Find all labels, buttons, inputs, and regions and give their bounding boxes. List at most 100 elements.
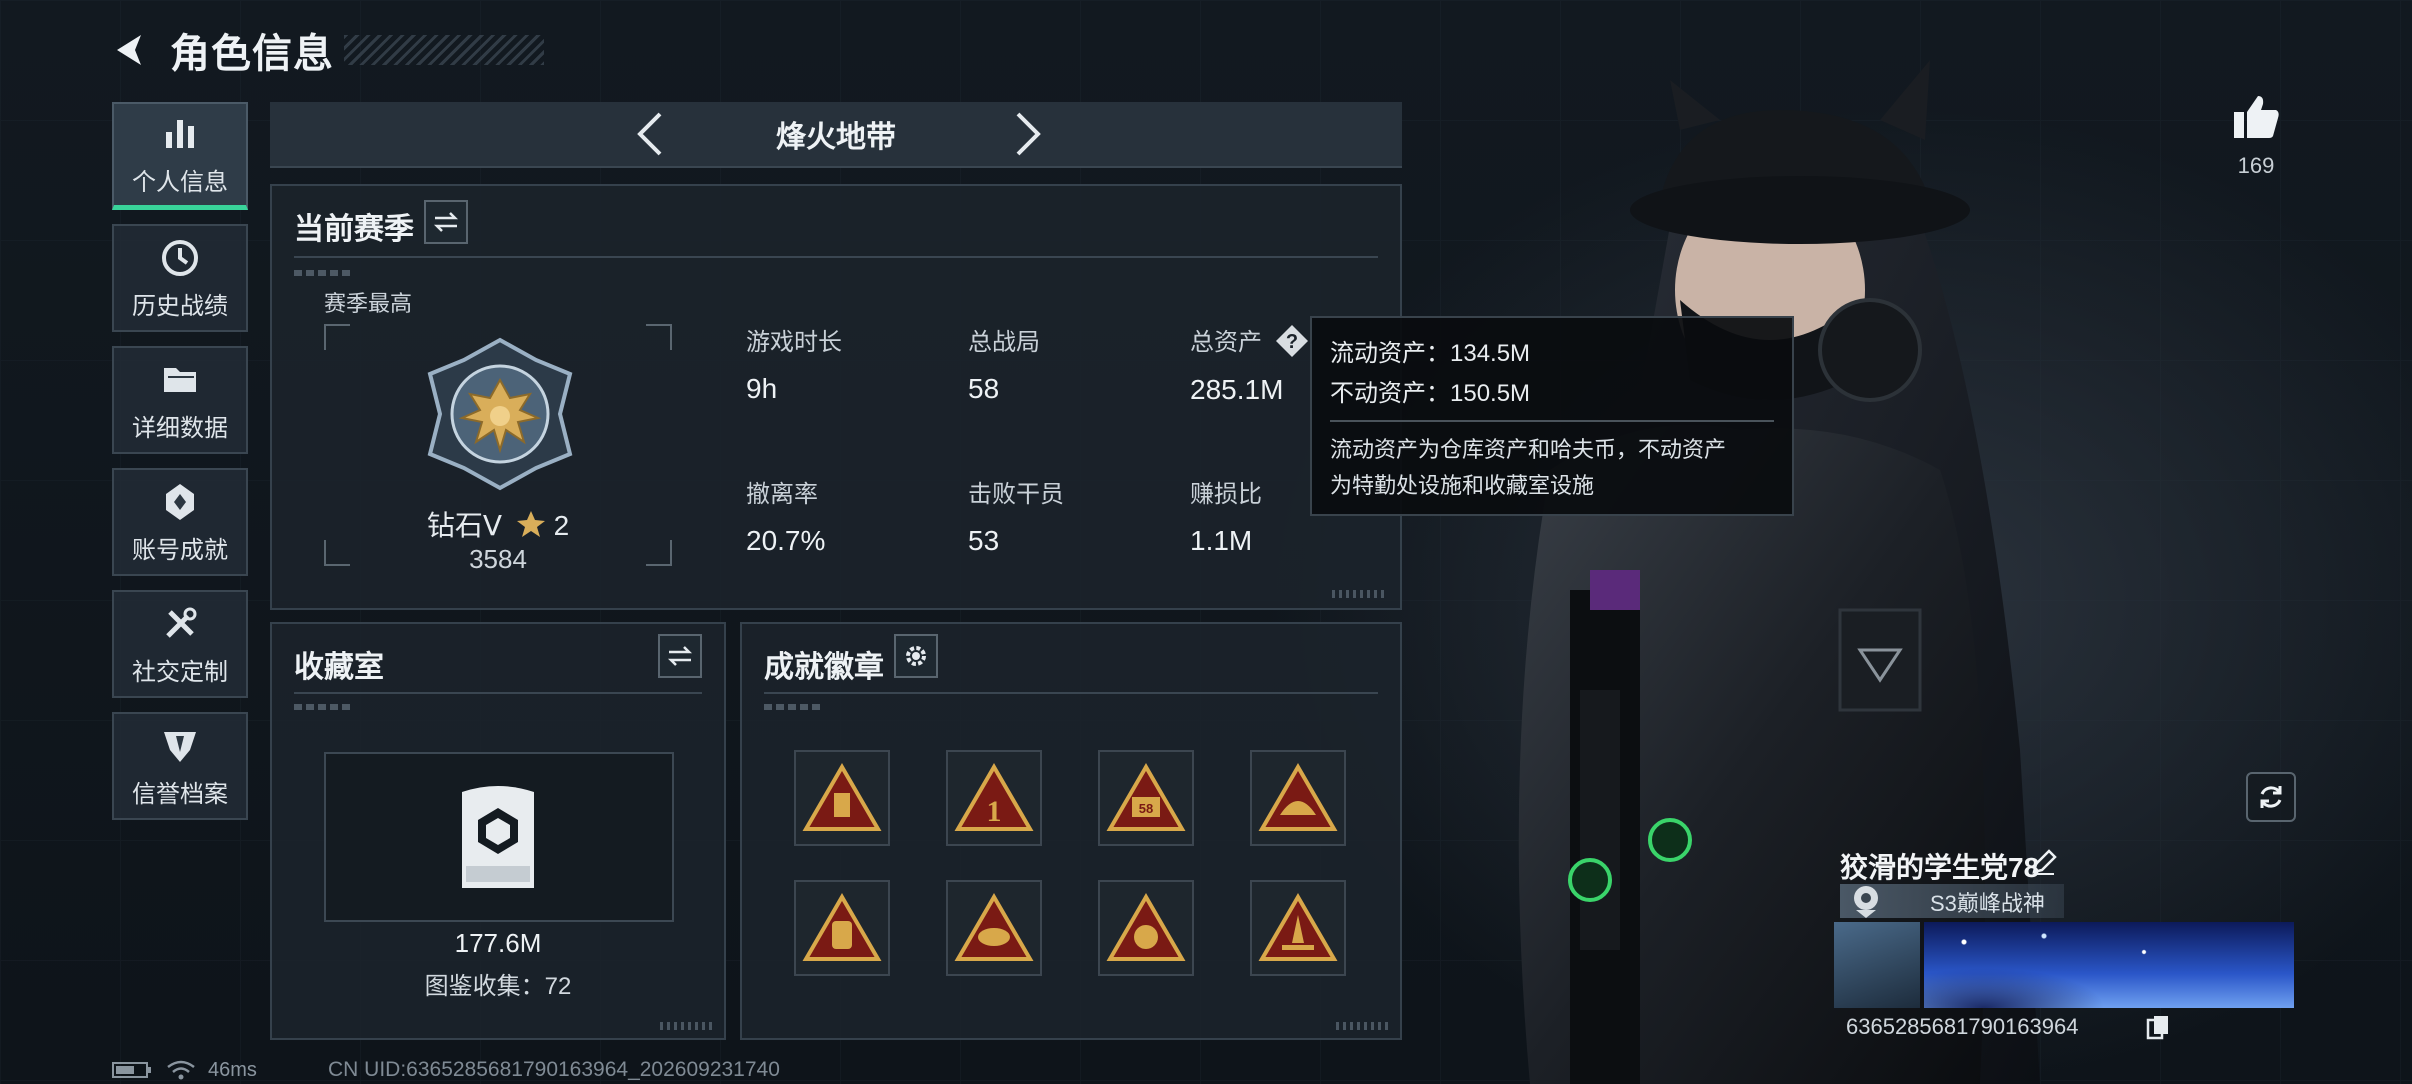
stat-value: 1.1M — [1190, 525, 1253, 556]
page-title: 角色信息 — [170, 32, 334, 76]
next-map-arrow-icon[interactable] — [1002, 110, 1050, 158]
gear-icon — [906, 646, 926, 666]
map-selector: 烽火地带 — [270, 102, 1402, 168]
bar-chart-icon — [166, 120, 194, 148]
ping-value: 46ms — [208, 1058, 257, 1081]
fixed-assets: 不动资产：150.5M — [1330, 380, 1531, 407]
wifi-icon — [167, 1060, 195, 1080]
sidebar-item-label: 信誉档案 — [132, 780, 228, 808]
rank-one-badge-icon[interactable]: 1 — [946, 750, 1042, 846]
like-count: 169 — [2237, 153, 2275, 178]
rank-name: 钻石Ⅴ — [426, 510, 502, 541]
player-uid: 6365285681790163964 — [1846, 1014, 2079, 1039]
stat-label: 击败干员 — [968, 481, 1064, 508]
collection-panel: 收藏室 177.6M 图鉴收集：72 — [270, 622, 726, 1040]
season-best-label: 赛季最高 — [324, 291, 413, 316]
achievements-title: 成就徽章 — [764, 651, 884, 684]
crest-badge-icon[interactable] — [1098, 880, 1194, 976]
swap-icon — [667, 646, 693, 666]
rank-stars: 2 — [553, 510, 570, 541]
stat-value: 20.7% — [746, 525, 826, 556]
backpack-badge-icon[interactable] — [794, 750, 890, 846]
fish-badge-icon[interactable] — [946, 880, 1042, 976]
swap-icon — [433, 212, 459, 232]
header: 角色信息 — [110, 22, 544, 78]
bag-badge-icon[interactable] — [794, 880, 890, 976]
stat-label: 撤离率 — [746, 481, 818, 508]
title-decoration — [344, 35, 544, 65]
collection-value: 177.6M — [454, 928, 542, 958]
battery-icon — [112, 1062, 151, 1078]
sidebar-item-personal-info[interactable]: 个人信息 — [112, 102, 248, 210]
sidebar-item-label: 详细数据 — [132, 414, 228, 442]
player-avatar[interactable] — [1834, 922, 1920, 1008]
thumbs-up-icon[interactable] — [2232, 94, 2280, 140]
decor-dashes — [294, 270, 354, 276]
sidebar-item-reputation[interactable]: 信誉档案 — [112, 712, 248, 820]
stat-value: 285.1M — [1190, 374, 1284, 405]
back-arrow-icon[interactable] — [110, 30, 150, 70]
assets-tooltip: 流动资产：134.5M 不动资产：150.5M 流动资产为仓库资产和哈夫币，不动… — [1310, 316, 1794, 516]
fifty-eight-badge-icon[interactable]: 58 — [1098, 750, 1194, 846]
tooltip-description-line: 流动资产为仓库资产和哈夫币，不动资产 — [1330, 437, 1727, 462]
sidebar-item-label: 个人信息 — [132, 169, 228, 196]
liquid-assets: 流动资产：134.5M — [1330, 340, 1531, 367]
clock-icon — [162, 239, 198, 276]
stat-label-text: 总资产 — [1190, 329, 1262, 356]
account-uid-line: CN UID:6365285681790163964_202609231740 — [328, 1058, 780, 1081]
collection-room-preview[interactable] — [324, 752, 674, 922]
rank-display: 钻石Ⅴ 2 — [324, 504, 672, 544]
decor-dashes — [294, 704, 354, 710]
achievements-panel: 成就徽章 1 58 — [740, 622, 1402, 1040]
previous-map-arrow-icon[interactable] — [628, 110, 676, 158]
svg-text:58: 58 — [1139, 801, 1153, 816]
like-counter: 169 — [2226, 94, 2286, 179]
stat-value: 58 — [968, 373, 1000, 404]
panel-divider — [764, 692, 1378, 694]
stat-label: 赚损比 — [1190, 481, 1262, 508]
copy-icon[interactable] — [2146, 1014, 2170, 1040]
rank-score: 3584 — [469, 544, 527, 574]
sidebar-item-label: 账号成就 — [132, 536, 228, 564]
help-icon[interactable]: ? — [1275, 324, 1309, 358]
stat-profit-loss-ratio: 赚损比 1.1M — [1190, 474, 1262, 557]
folder-icon — [164, 367, 196, 392]
star-icon — [516, 511, 545, 537]
stat-label: 总资产 ? — [1190, 322, 1309, 358]
achievement-icon — [166, 483, 194, 520]
svg-text:1: 1 — [987, 795, 1002, 828]
panel-divider — [294, 692, 702, 694]
vault-icon — [462, 786, 534, 888]
helmet-badge-icon[interactable] — [1250, 750, 1346, 846]
sidebar-item-details[interactable]: 详细数据 — [112, 346, 248, 454]
achievements-settings-button[interactable] — [894, 634, 938, 678]
shield-icon — [164, 731, 196, 762]
tooltip-description-line: 为特勤处设施和收藏室设施 — [1330, 473, 1595, 498]
banner-image — [1924, 922, 2294, 1008]
sidebar-item-achievements[interactable]: 账号成就 — [112, 468, 248, 576]
svg-text:?: ? — [1286, 331, 1298, 353]
switch-season-button[interactable] — [424, 200, 468, 244]
corner-decoration — [1336, 1022, 1392, 1030]
sidebar-item-label: 历史战绩 — [132, 292, 228, 320]
collection-title: 收藏室 — [294, 651, 384, 684]
edit-name-pencil-icon[interactable] — [2030, 848, 2058, 876]
collection-count: 图鉴收集：72 — [424, 973, 572, 1000]
missile-badge-icon[interactable] — [1250, 880, 1346, 976]
stat-label: 总战局 — [968, 329, 1040, 356]
refresh-button[interactable] — [2246, 772, 2296, 822]
tooltip-divider — [1330, 420, 1774, 422]
collection-switch-button[interactable] — [658, 634, 702, 678]
player-banner[interactable] — [1834, 922, 2294, 1008]
diamond-rank-emblem-icon — [427, 337, 573, 491]
stat-label: 游戏时长 — [746, 329, 842, 356]
decor-dashes — [764, 704, 824, 710]
stat-total-matches: 总战局 58 — [968, 322, 1040, 405]
frame-corner — [324, 324, 350, 350]
stat-value: 53 — [968, 525, 1000, 556]
sidebar-item-history[interactable]: 历史战绩 — [112, 224, 248, 332]
status-bar: 46ms — [112, 1058, 257, 1082]
stat-extraction-rate: 撤离率 20.7% — [746, 474, 825, 557]
sidebar-item-social[interactable]: 社交定制 — [112, 590, 248, 698]
frame-corner — [646, 324, 672, 350]
